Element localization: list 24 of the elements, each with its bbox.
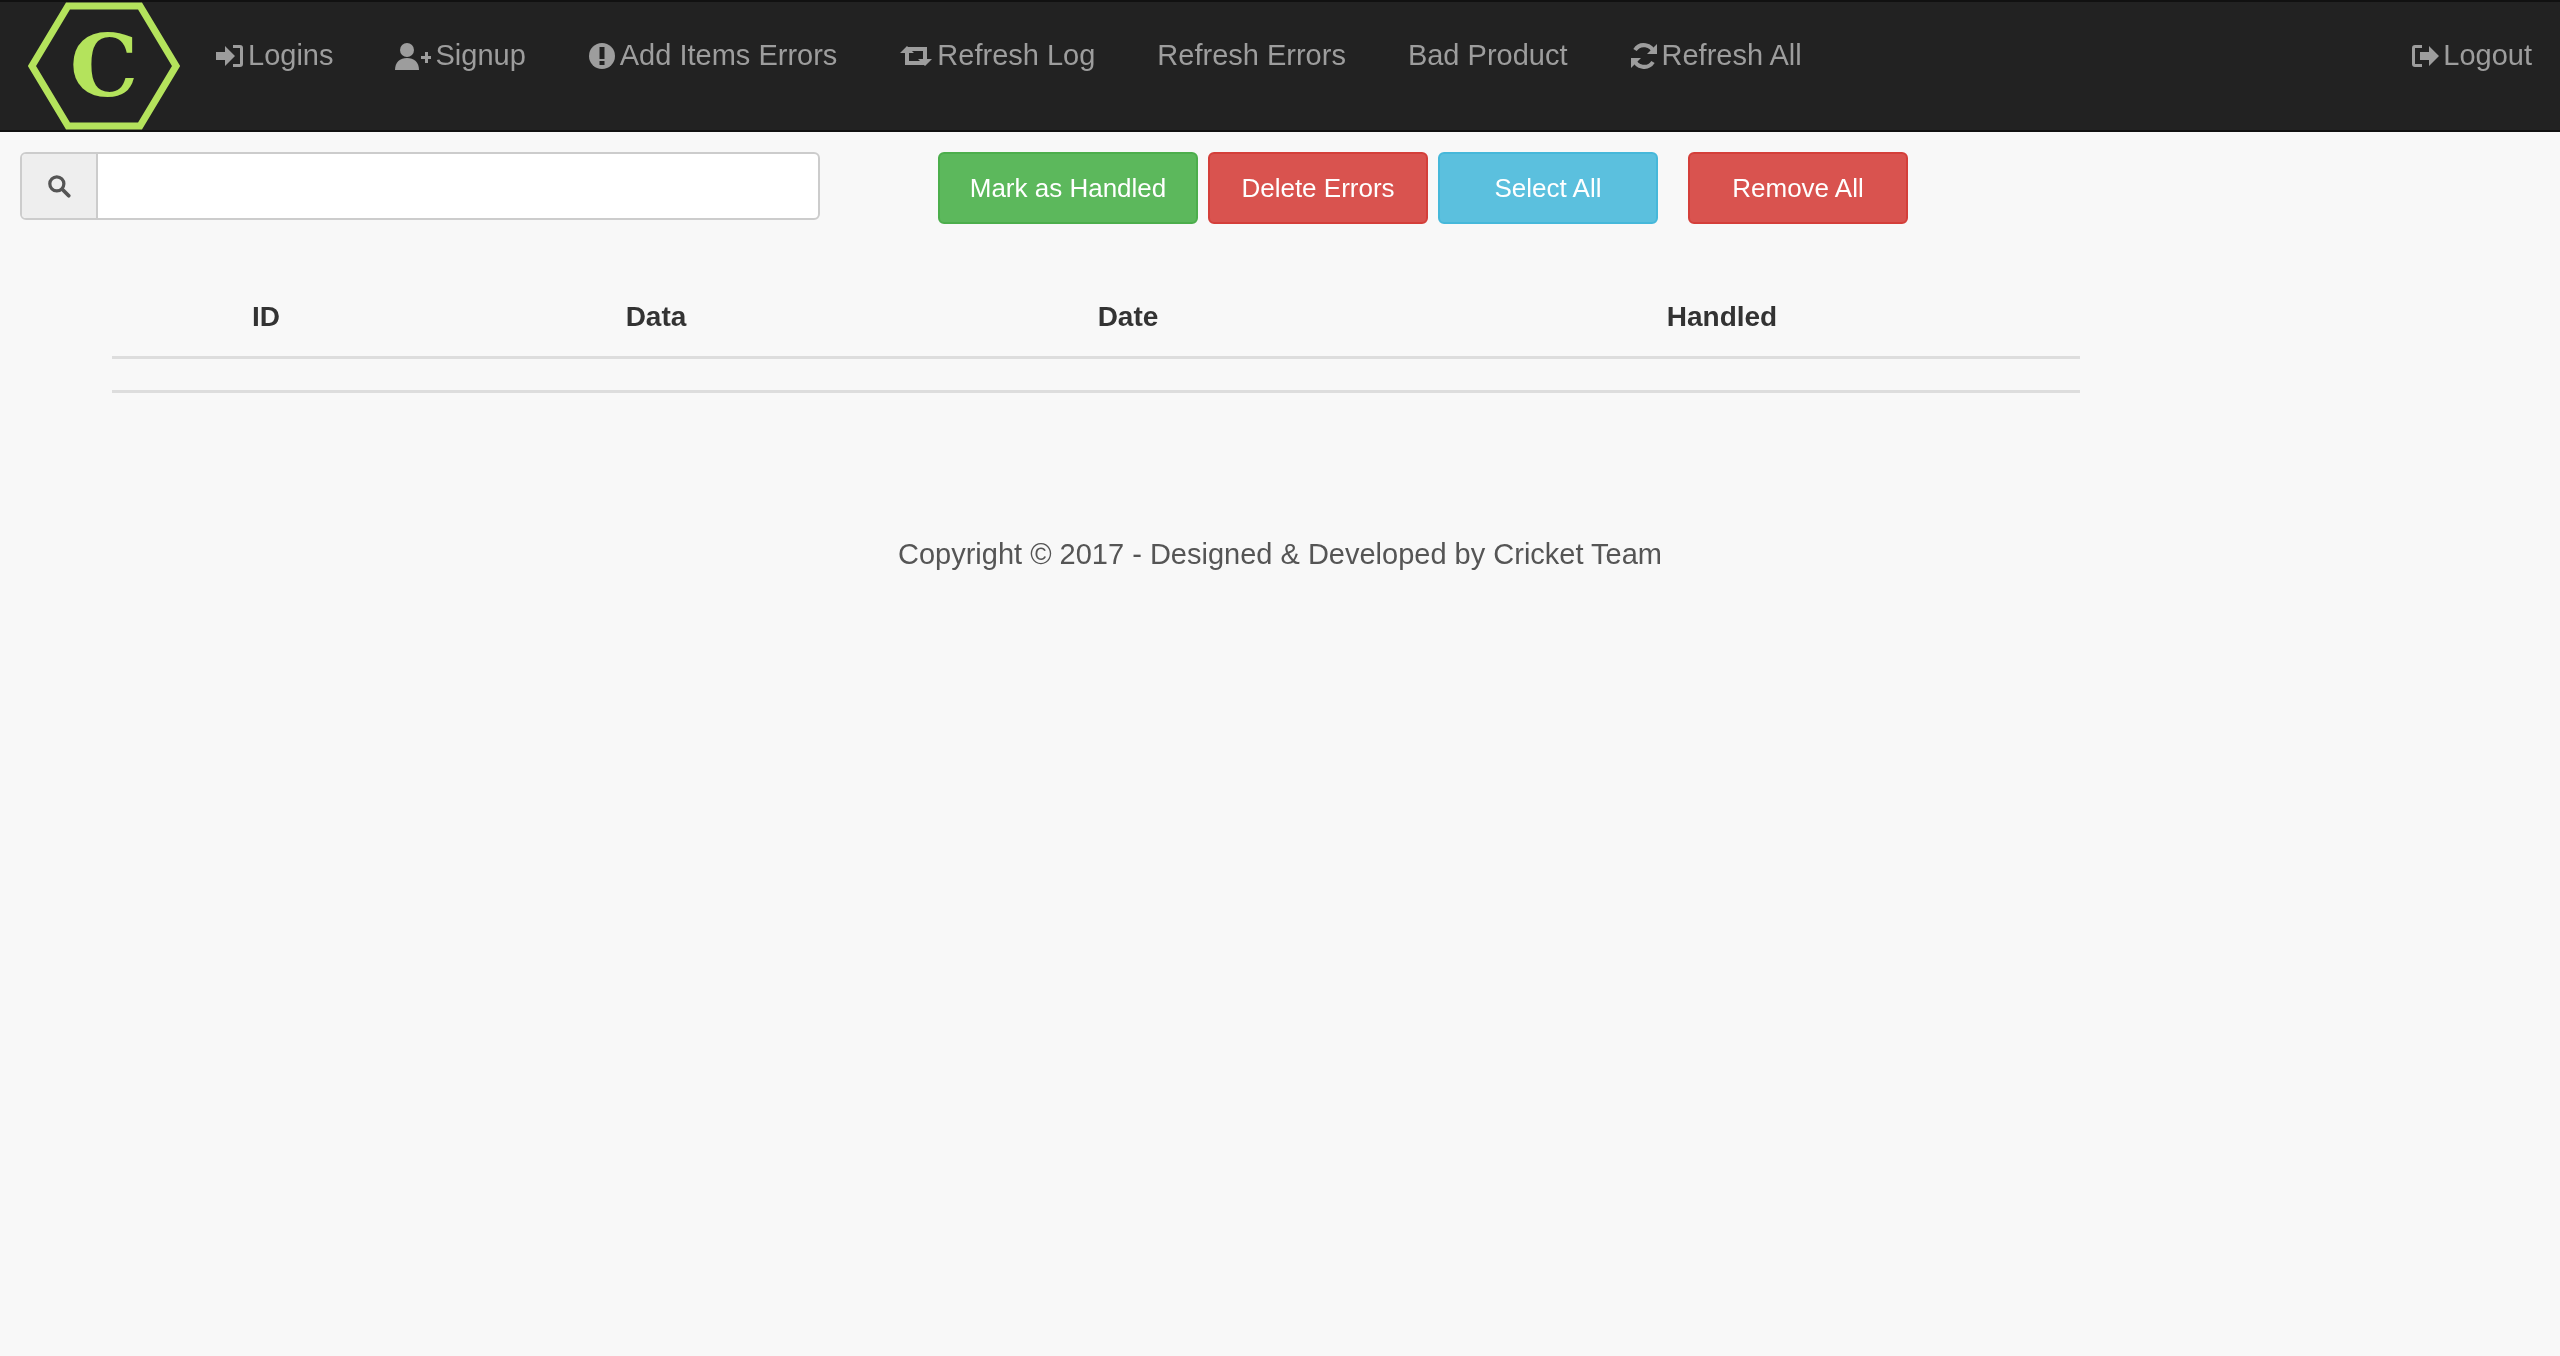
sign-out-icon: [2411, 43, 2440, 69]
logo[interactable]: C: [28, 2, 180, 130]
nav-link[interactable]: Add Items Errors: [587, 34, 838, 78]
nav-link[interactable]: Bad Product: [1407, 34, 1568, 78]
column-header: Date: [1096, 300, 1160, 334]
sign-in-icon: [216, 43, 244, 69]
search-field[interactable]: [20, 152, 820, 220]
column-header: ID: [251, 300, 281, 334]
search-icon: [46, 173, 72, 199]
retweet-icon: [899, 44, 934, 68]
column-header: Handled: [1665, 300, 1779, 334]
user-plus-icon: [395, 42, 432, 70]
action-button[interactable]: Delete Errors: [1208, 152, 1428, 224]
nav-link[interactable]: Refresh All: [1629, 34, 1802, 78]
nav-link[interactable]: Logins: [216, 34, 334, 78]
action-button[interactable]: Remove All: [1688, 152, 1908, 224]
nav-link[interactable]: Refresh Log: [899, 34, 1096, 78]
nav-link[interactable]: Logout: [2411, 34, 2532, 78]
exclamation-icon: [587, 42, 616, 70]
copyright-text: Copyright © 2017 - Designed & Developed by Cricket Team: [898, 537, 1662, 572]
refresh-icon: [1629, 42, 1658, 70]
nav-link[interactable]: Signup: [395, 34, 526, 78]
column-header: Data: [624, 300, 688, 334]
nav-link[interactable]: Refresh Errors: [1157, 34, 1346, 78]
